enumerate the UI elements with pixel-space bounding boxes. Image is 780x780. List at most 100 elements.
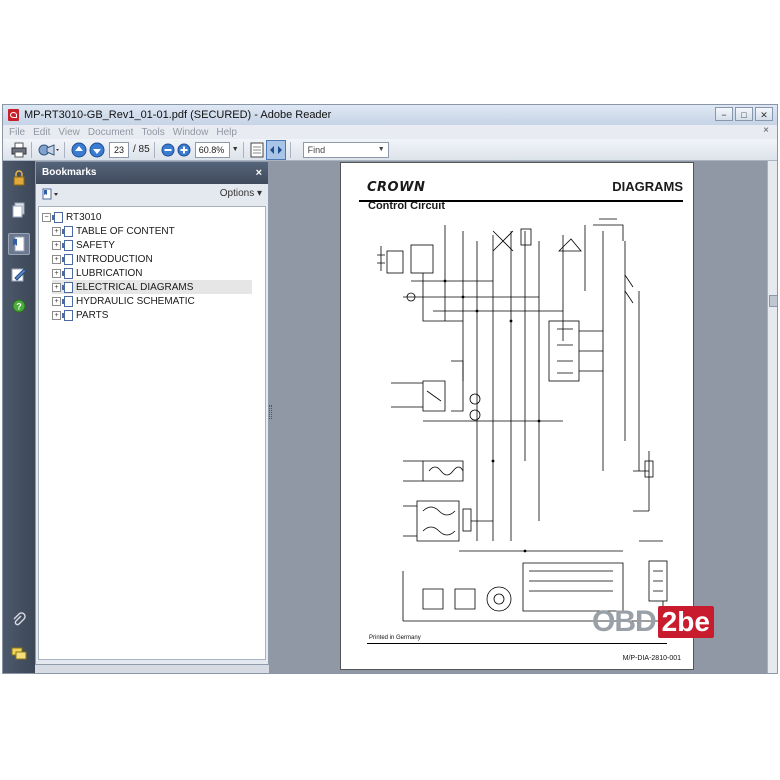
zoom-dropdown-icon[interactable]: ▼ [232,146,239,153]
bookmark-root[interactable]: − RT3010 [42,210,101,224]
scrollbar-thumb[interactable] [769,295,777,307]
page-footer-rule [367,643,667,644]
print-icon [11,142,27,157]
navigation-pane: ? [3,161,35,673]
bookmark-introduction[interactable]: + INTRODUCTION [52,252,153,266]
toolbar-separator [242,141,244,158]
find-input[interactable]: Find ▼ [302,141,389,158]
bookmark-label: SAFETY [76,239,115,251]
bookmark-label: LUBRICATION [76,267,143,279]
pane-splitter[interactable] [269,405,272,419]
bookmarks-toolbar: Options ▾ [36,184,268,204]
close-button[interactable]: ✕ [755,107,773,121]
bookmark-hydraulic-schematic[interactable]: + HYDRAULIC SCHEMATIC [52,294,195,308]
control-circuit-diagram [377,218,668,622]
expand-icon[interactable]: + [52,240,61,250]
bookmark-icon [62,309,73,321]
toolbar: 23 / 85 60.8% ▼ Find ▼ [3,139,777,161]
fit-width-icon [269,145,282,154]
watermark-left-text: OBD [592,605,657,638]
page-header: CROWN DIAGRAMS [359,176,683,202]
bookmark-table-of-content[interactable]: + TABLE OF CONTENT [52,224,175,238]
bookmark-lubrication[interactable]: + LUBRICATION [52,266,143,280]
fit-page-icon [250,142,264,157]
fit-width-button[interactable] [265,139,286,160]
toolbar-separator [153,141,155,158]
bookmarks-options-menu[interactable]: Options ▾ [220,188,262,199]
menu-window[interactable]: Window [173,127,209,138]
bookmark-label: RT3010 [66,211,102,223]
zoom-out-icon [161,143,175,156]
signature-icon[interactable] [10,265,28,283]
vertical-scrollbar[interactable] [767,161,777,673]
toolbar-separator [289,141,291,158]
watermark-right-text: 2be [657,606,714,638]
window-title: MP-RT3010-GB_Rev1_01-01.pdf (SECURED) - … [24,109,332,121]
bookmarks-icon[interactable] [8,233,30,255]
bookmark-icon [52,211,63,223]
menu-tools[interactable]: Tools [141,127,164,138]
find-dropdown-icon[interactable]: ▼ [378,143,385,157]
zoom-level-input[interactable]: 60.8% [194,141,230,158]
bookmark-tools-icon[interactable] [42,188,60,200]
pages-icon[interactable] [10,201,28,219]
next-page-button[interactable] [89,141,105,159]
page-number-input[interactable]: 23 [109,141,129,158]
bookmark-icon [62,239,73,251]
attachments-icon[interactable] [10,611,28,629]
bookmarks-title: Bookmarks [42,167,97,178]
bookmark-icon [62,267,73,279]
arrow-up-icon [71,142,87,157]
adobe-reader-window: MP-RT3010-GB_Rev1_01-01.pdf (SECURED) - … [2,104,778,674]
share-button[interactable] [38,141,60,159]
menu-help[interactable]: Help [216,127,237,138]
menu-view[interactable]: View [58,127,80,138]
document-code: M/P-DIA-2810-001 [622,655,681,662]
svg-text:?: ? [16,302,22,312]
pdf-page: CROWN DIAGRAMS Control Circuit Printed i… [340,162,694,670]
expand-icon[interactable]: + [52,296,61,306]
document-close-icon[interactable]: × [763,125,769,136]
zoom-in-button[interactable] [177,141,191,159]
bookmarks-panel: Bookmarks × Options ▾ − RT3010 + TABLE O… [35,161,269,665]
bookmarks-tree: − RT3010 + TABLE OF CONTENT + SAFETY + I… [38,206,266,660]
bookmark-icon [62,253,73,265]
minimize-button[interactable]: − [715,107,733,121]
previous-page-button[interactable] [71,141,87,159]
bookmark-parts[interactable]: + PARTS [52,308,108,322]
collapse-icon[interactable]: − [42,212,51,222]
bookmark-label: HYDRAULIC SCHEMATIC [76,295,195,307]
menu-file[interactable]: File [9,127,25,138]
bookmark-icon [62,281,73,293]
page-heading: DIAGRAMS [612,179,683,194]
menu-bar: File Edit View Document Tools Window Hel… [3,125,777,139]
title-bar: MP-RT3010-GB_Rev1_01-01.pdf (SECURED) - … [3,105,777,125]
panel-footer [35,665,269,673]
print-button[interactable] [11,141,27,159]
expand-icon[interactable]: + [52,310,61,320]
bookmark-icon [62,295,73,307]
expand-icon[interactable]: + [52,268,61,278]
adobe-reader-icon [8,109,19,121]
fit-page-button[interactable] [250,141,264,159]
find-placeholder: Find [307,144,326,155]
zoom-out-button[interactable] [161,141,175,159]
menu-document[interactable]: Document [88,127,134,138]
bookmark-label: INTRODUCTION [76,253,153,265]
bookmarks-close-icon[interactable]: × [256,162,262,184]
printed-note: Printed in Germany [369,635,421,641]
bookmark-electrical-diagrams[interactable]: + ELECTRICAL DIAGRAMS [52,280,252,294]
help-icon[interactable]: ? [10,297,28,315]
obd2be-watermark: OBD 2be [592,603,714,641]
bookmark-label: TABLE OF CONTENT [76,225,175,237]
page-total: / 85 [133,144,150,155]
expand-icon[interactable]: + [52,282,61,292]
lock-icon[interactable] [10,169,28,187]
maximize-button[interactable]: □ [735,107,753,121]
zoom-in-icon [177,143,191,156]
expand-icon[interactable]: + [52,226,61,236]
comments-icon[interactable] [10,645,28,663]
menu-edit[interactable]: Edit [33,127,50,138]
expand-icon[interactable]: + [52,254,61,264]
bookmark-safety[interactable]: + SAFETY [52,238,115,252]
